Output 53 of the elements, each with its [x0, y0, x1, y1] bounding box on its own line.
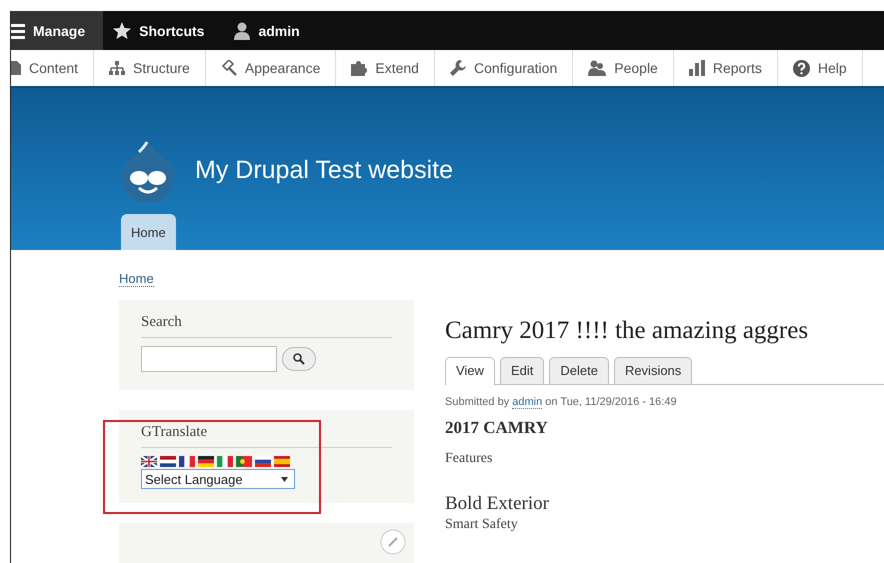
- block-title: GTranslate: [141, 424, 392, 448]
- menu-item[interactable]: Content: [11, 50, 94, 86]
- language-select[interactable]: Select Language: [141, 469, 295, 489]
- toolbar-tab[interactable]: Manage: [11, 11, 104, 50]
- paragraph: Features: [445, 451, 494, 467]
- nav-tab[interactable]: Home: [121, 214, 176, 250]
- content-subheading: Bold Exterior: [445, 493, 550, 515]
- drop-logo: [119, 138, 177, 202]
- search-field[interactable]: [141, 346, 277, 372]
- menu-item[interactable]: Reports: [674, 50, 778, 86]
- pencil-icon: [380, 529, 406, 555]
- search-button[interactable]: [282, 347, 316, 371]
- document-icon: [11, 61, 21, 75]
- flag-icon: [255, 456, 271, 467]
- tab[interactable]: Delete: [549, 357, 609, 384]
- user-icon: [234, 22, 250, 40]
- dropdown-caret-icon: [281, 476, 288, 482]
- text-line: Smart Safety: [445, 517, 519, 533]
- page-title: Camry 2017 !!!! the amazing aggres: [445, 317, 810, 345]
- menu-item[interactable]: People: [573, 50, 674, 86]
- wrench-icon: [450, 60, 466, 76]
- star-icon: [113, 22, 132, 39]
- flag-icon: [236, 456, 252, 467]
- search-icon: [293, 353, 305, 365]
- hierarchy-icon: [109, 61, 126, 75]
- toolbar-tab[interactable]: Shortcuts: [103, 11, 218, 50]
- menu-item[interactable]: Structure: [94, 50, 206, 86]
- flag-icon: [141, 456, 157, 467]
- toolbar-tab[interactable]: admin: [224, 11, 314, 50]
- flag-icon: [274, 456, 290, 467]
- flag-icon: [160, 456, 176, 467]
- content-heading: 2017 CAMRY: [445, 418, 549, 438]
- flag-icon: [217, 456, 233, 467]
- flag-icon: [179, 456, 195, 467]
- tab[interactable]: View: [445, 357, 495, 385]
- menu-item[interactable]: Help: [778, 50, 863, 86]
- tab[interactable]: Edit: [500, 357, 544, 384]
- menu-item[interactable]: Appearance: [206, 50, 336, 86]
- site-name[interactable]: My Drupal Test website: [195, 156, 453, 184]
- help-icon: [792, 60, 810, 76]
- menu-item[interactable]: Configuration: [434, 50, 574, 86]
- people-icon: [588, 60, 606, 76]
- bar-chart-icon: [688, 60, 705, 76]
- block-title: Search: [141, 314, 392, 338]
- submitted-line: Submitted by admin on Tue, 11/29/2016 - 16:49: [445, 396, 678, 408]
- brush-icon: [220, 60, 237, 76]
- breadcrumb-link[interactable]: Home: [119, 271, 154, 287]
- author-link[interactable]: admin: [512, 396, 542, 409]
- tab[interactable]: Revisions: [614, 357, 692, 384]
- menu-icon: [11, 22, 25, 38]
- menu-item[interactable]: Extend: [336, 50, 435, 86]
- puzzle-icon: [351, 60, 368, 76]
- flag-icon: [198, 456, 214, 467]
